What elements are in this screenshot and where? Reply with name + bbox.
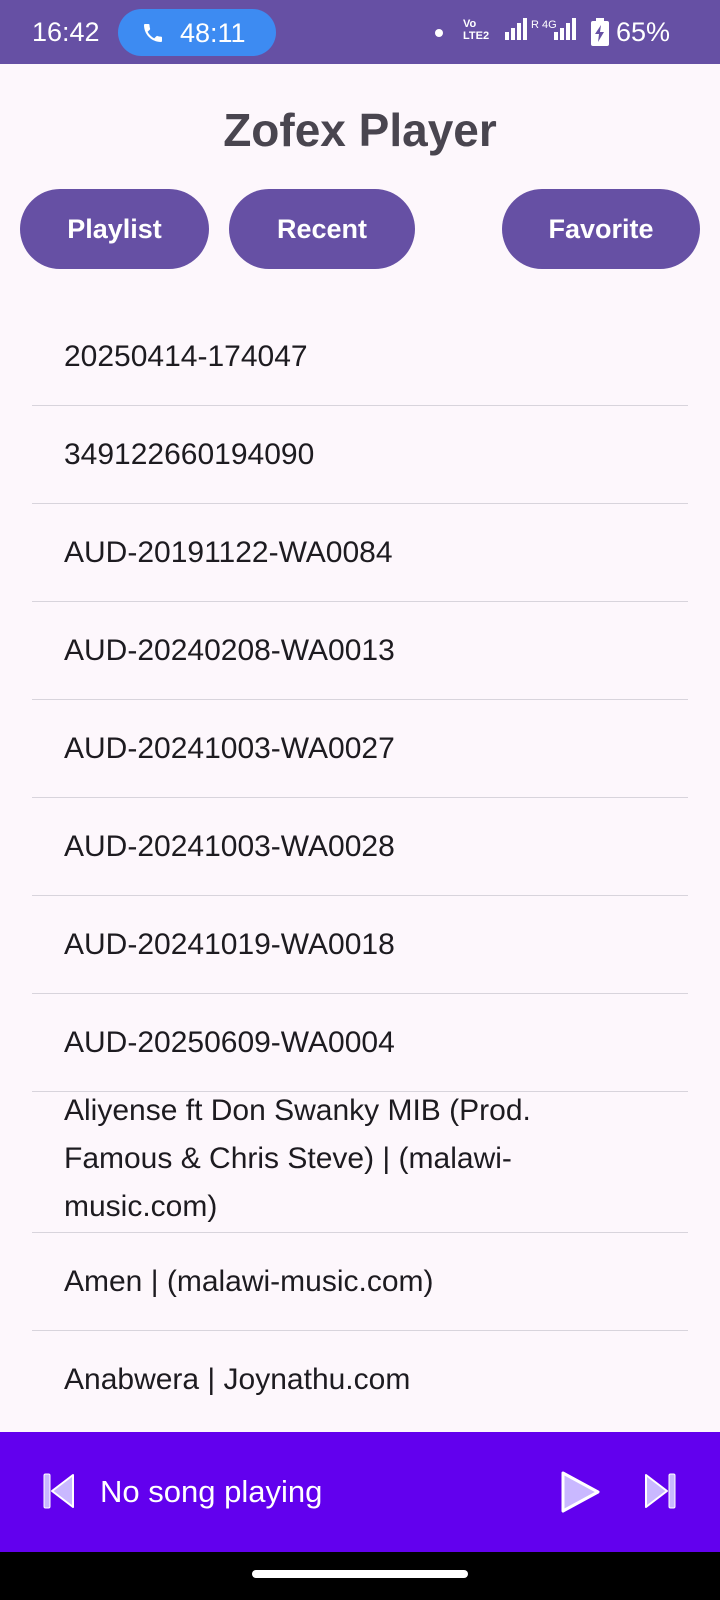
battery-charging-icon: [591, 18, 609, 46]
play-icon[interactable]: [559, 1470, 601, 1514]
signal-icon-secondary: [554, 18, 576, 40]
ongoing-call-chip[interactable]: 48:11: [118, 9, 276, 56]
signal-icon: [505, 18, 527, 40]
skip-next-icon[interactable]: [643, 1472, 677, 1510]
favorite-button[interactable]: Favorite: [502, 189, 700, 269]
mini-player: No song playing: [0, 1432, 720, 1552]
song-list-item[interactable]: AUD-20241003-WA0028: [32, 798, 688, 896]
roaming-label: R 4G: [531, 19, 557, 31]
recent-button[interactable]: Recent: [229, 189, 415, 269]
battery-percentage: 65%: [616, 17, 671, 47]
song-list-item[interactable]: Amen | (malawi-music.com): [32, 1233, 688, 1331]
song-list-item[interactable]: AUD-20240208-WA0013: [32, 602, 688, 700]
song-list-item[interactable]: AUD-20241003-WA0027: [32, 700, 688, 798]
status-time: 16:42: [32, 17, 100, 47]
phone-icon: [144, 24, 162, 42]
now-playing-text: No song playing: [100, 1474, 323, 1509]
call-timer: 48:11: [180, 18, 246, 48]
song-list-item[interactable]: AUD-20250609-WA0004: [32, 994, 688, 1092]
app-title: Zofex Player: [223, 104, 497, 156]
status-bar: 16:42 48:11 Vo LTE2 R 4G 65%: [0, 0, 720, 64]
volte-icon: Vo LTE2: [463, 18, 490, 42]
song-list-item[interactable]: Anabwera | Joynathu.com: [32, 1331, 688, 1429]
song-list-item[interactable]: AUD-20241019-WA0018: [32, 896, 688, 994]
song-list-item[interactable]: AUD-20191122-WA0084: [32, 504, 688, 602]
song-list-item[interactable]: 20250414-174047: [32, 308, 688, 406]
song-list-item[interactable]: 349122660194090: [32, 406, 688, 504]
song-list-item[interactable]: Aliyense ft Don Swanky MIB (Prod. Famous…: [32, 1092, 688, 1233]
home-indicator[interactable]: [252, 1570, 468, 1578]
notification-dot-icon: [435, 29, 443, 37]
playlist-button[interactable]: Playlist: [20, 189, 209, 269]
song-list: 20250414-174047 349122660194090 AUD-2019…: [32, 308, 688, 1429]
navigation-bar: [0, 1552, 720, 1600]
song-title: Aliyense ft Don Swanky MIB (Prod. Famous…: [64, 1094, 531, 1223]
skip-previous-icon[interactable]: [42, 1472, 76, 1510]
